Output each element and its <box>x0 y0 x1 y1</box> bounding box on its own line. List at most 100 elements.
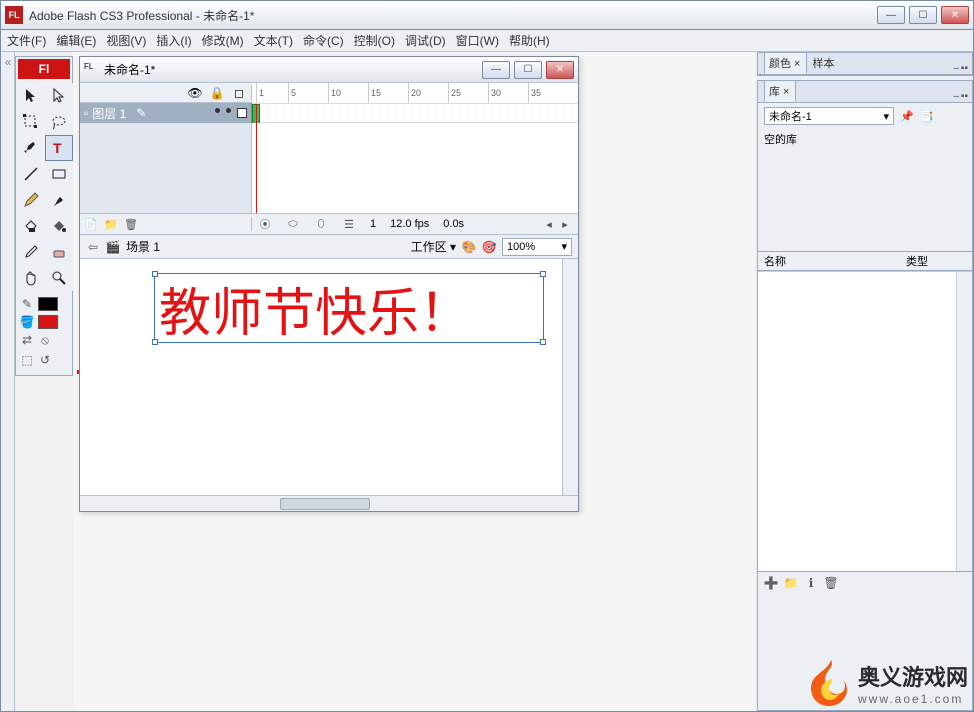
back-arrow-icon[interactable]: ⇦ <box>86 240 100 254</box>
timeline-panel: 👁 🔒 ◻ 1 5 10 15 20 25 30 35 <box>80 83 578 235</box>
col-type[interactable]: 类型 <box>906 253 928 269</box>
document-titlebar: FL 未命名-1* — ☐ ✕ <box>80 57 578 83</box>
watermark: 奥义游戏网 www.aoe1.com <box>810 658 968 708</box>
library-list[interactable] <box>758 271 972 571</box>
swap-colors-icon[interactable]: ⇄ <box>20 333 34 347</box>
newfolder-icon[interactable]: 📁 <box>784 576 798 590</box>
tab-color[interactable]: 颜色 × <box>764 52 807 74</box>
resize-handle[interactable] <box>540 271 546 277</box>
layer-outline-sq[interactable] <box>237 108 247 118</box>
hand-tool[interactable] <box>17 265 45 291</box>
menu-text[interactable]: 文本(T) <box>254 32 293 49</box>
doc-minimize-button[interactable]: — <box>482 61 510 79</box>
menu-modify[interactable]: 修改(M) <box>202 32 244 49</box>
tab-library[interactable]: 库 × <box>764 80 796 102</box>
timeline-frames[interactable] <box>252 103 578 123</box>
layer-name: 图层 1 <box>92 105 126 122</box>
fill-color-swatch[interactable] <box>38 315 58 329</box>
eye-icon[interactable]: 👁 <box>187 85 203 101</box>
menu-view[interactable]: 视图(V) <box>106 32 146 49</box>
subselect-tool[interactable] <box>45 83 73 109</box>
pen-tool[interactable] <box>17 135 45 161</box>
lasso-tool[interactable] <box>45 109 73 135</box>
stage-vscrollbar[interactable] <box>562 259 578 511</box>
delete-icon[interactable]: 🗑 <box>824 576 838 590</box>
col-name[interactable]: 名称 <box>764 253 786 269</box>
stage[interactable]: 教师节快乐！ <box>80 259 578 511</box>
text-tool[interactable]: T <box>45 135 73 161</box>
workspace-dropdown[interactable]: 工作区 ▾ <box>411 238 456 255</box>
newlib-icon[interactable]: 📑 <box>920 109 934 123</box>
option-smooth-icon[interactable]: ↺ <box>38 353 52 367</box>
eraser-tool[interactable] <box>45 239 73 265</box>
scroll-left-icon[interactable]: ◂ <box>542 217 556 231</box>
inkbottle-tool[interactable] <box>17 213 45 239</box>
menu-insert[interactable]: 插入(I) <box>156 32 191 49</box>
newfolder-icon[interactable]: 📁 <box>104 217 118 231</box>
rectangle-tool[interactable] <box>45 161 73 187</box>
layer-vis-dot[interactable] <box>215 108 220 113</box>
paintbucket-tool[interactable] <box>45 213 73 239</box>
timeline-layer-row[interactable]: ▫ 图层 1 ✎ <box>80 103 252 123</box>
close-button[interactable]: ✕ <box>941 6 969 24</box>
stage-hscrollbar[interactable] <box>80 495 578 511</box>
minimize-button[interactable]: — <box>877 6 905 24</box>
selection-tool[interactable] <box>17 83 45 109</box>
newlayer-icon[interactable]: 📄 <box>84 217 98 231</box>
lock-icon[interactable]: 🔒 <box>209 85 225 101</box>
doc-icon: FL <box>84 62 100 78</box>
panel-menu-icon[interactable]: ▪▪ <box>961 91 968 102</box>
deletelayer-icon[interactable]: 🗑 <box>124 217 138 231</box>
freetransform-tool[interactable] <box>17 109 45 135</box>
stroke-color-swatch[interactable] <box>38 297 58 311</box>
line-tool[interactable] <box>17 161 45 187</box>
option-snap-icon[interactable]: ⬚ <box>20 353 34 367</box>
zoom-tool[interactable] <box>45 265 73 291</box>
resize-handle[interactable] <box>152 339 158 345</box>
menu-control[interactable]: 控制(O) <box>354 32 395 49</box>
menu-file[interactable]: 文件(F) <box>7 32 46 49</box>
resize-handle[interactable] <box>152 271 158 277</box>
stage-text-content[interactable]: 教师节快乐！ <box>155 271 475 346</box>
scene-name[interactable]: 场景 1 <box>126 238 160 255</box>
brush-tool[interactable] <box>45 187 73 213</box>
menu-debug[interactable]: 调试(D) <box>405 32 446 49</box>
menu-help[interactable]: 帮助(H) <box>509 32 550 49</box>
tab-swatches[interactable]: 样本 <box>807 52 841 74</box>
onion-outline-icon[interactable]: ⬯ <box>314 217 328 231</box>
workspace: « Fl T <box>0 52 974 712</box>
edit-multiframes-icon[interactable]: ☰ <box>342 217 356 231</box>
right-panels: 颜色 × 样本 –▪▪ 库 × –▪▪ 未命名-1▾ 📌 📑 空的库 <box>755 52 973 711</box>
resize-handle[interactable] <box>540 339 546 345</box>
editsymbol-icon[interactable]: 🎯 <box>482 240 496 254</box>
pencil-tool[interactable] <box>17 187 45 213</box>
doc-maximize-button[interactable]: ☐ <box>514 61 542 79</box>
timeline-ruler[interactable]: 1 5 10 15 20 25 30 35 <box>252 83 578 103</box>
library-doc-select[interactable]: 未命名-1▾ <box>764 107 894 125</box>
menu-command[interactable]: 命令(C) <box>303 32 344 49</box>
library-vscrollbar[interactable] <box>956 272 972 571</box>
flame-logo-icon <box>810 658 852 708</box>
menu-edit[interactable]: 编辑(E) <box>56 32 96 49</box>
hscroll-thumb[interactable] <box>280 498 370 510</box>
onion-icon[interactable]: ⬭ <box>286 217 300 231</box>
center-playhead-icon[interactable]: ⦿ <box>258 217 272 231</box>
dock-chevron-icon[interactable]: « <box>1 52 15 72</box>
panel-collapse-icon[interactable]: – <box>953 63 959 74</box>
editscene-icon[interactable]: 🎨 <box>462 240 476 254</box>
panel-menu-icon[interactable]: ▪▪ <box>961 63 968 74</box>
outline-icon[interactable]: ◻ <box>231 85 247 101</box>
panel-collapse-icon[interactable]: – <box>953 91 959 102</box>
maximize-button[interactable]: ☐ <box>909 6 937 24</box>
newsymbol-icon[interactable]: ➕ <box>764 576 778 590</box>
scroll-right-icon[interactable]: ▸ <box>558 217 572 231</box>
pin-library-icon[interactable]: 📌 <box>900 109 914 123</box>
menu-window[interactable]: 窗口(W) <box>456 32 499 49</box>
text-selection-box[interactable]: 教师节快乐！ <box>154 273 544 343</box>
doc-close-button[interactable]: ✕ <box>546 61 574 79</box>
layer-lock-dot[interactable] <box>226 108 231 113</box>
eyedropper-tool[interactable] <box>17 239 45 265</box>
nocolor-icon[interactable]: ⦸ <box>38 333 52 347</box>
zoom-dropdown[interactable]: 100%▾ <box>502 238 572 256</box>
properties-icon[interactable]: ℹ <box>804 576 818 590</box>
